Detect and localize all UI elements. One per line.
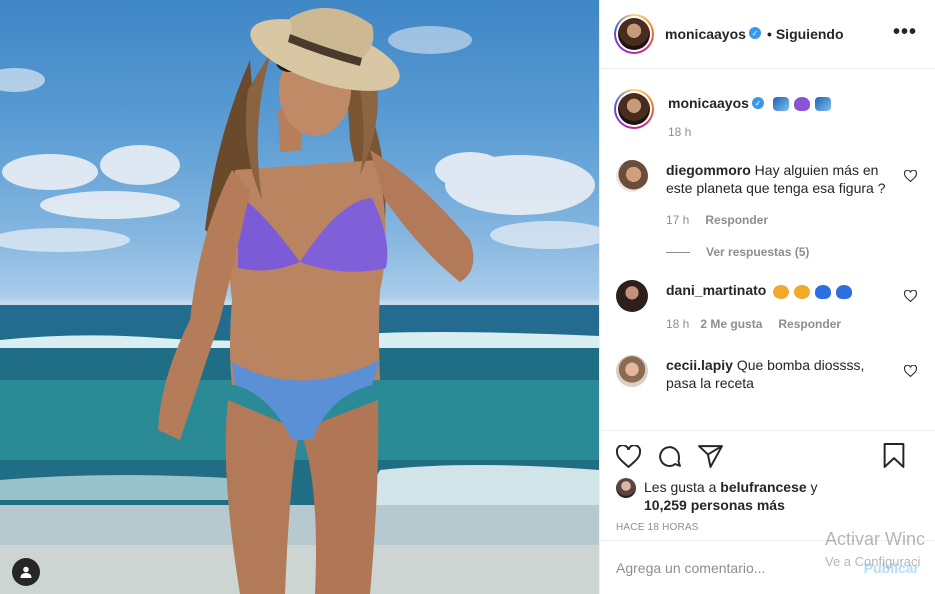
comment-item: dani_martinato 18 h 2 Me gusta Responder (614, 280, 919, 333)
bookmark-icon[interactable] (883, 443, 905, 471)
liker-username[interactable]: belufrancese (720, 479, 806, 495)
comment-username[interactable]: diegommoro (666, 162, 751, 178)
more-options-icon[interactable]: ••• (893, 22, 917, 42)
blue-heart-emoji-icon (815, 284, 832, 299)
caption-emojis (772, 95, 831, 112)
publish-button[interactable]: Publicar (864, 560, 919, 576)
blue-heart-emoji-icon (835, 284, 852, 299)
likes-conjunction: y (810, 479, 818, 495)
comment-icon[interactable] (657, 444, 682, 469)
comment-time: 17 h (666, 213, 690, 228)
user-silhouette-icon (20, 566, 32, 578)
likes-prefix: Les gusta a (644, 479, 717, 495)
purple-heart-emoji-icon (793, 97, 810, 112)
comment-avatar[interactable] (616, 160, 648, 193)
post-header: monicaayos ✓ • Siguiendo ••• (600, 0, 935, 69)
star-struck-emoji-icon (773, 284, 790, 299)
comment-item: diegommoro Hay alguien más en este plane… (614, 160, 919, 229)
replies-divider (666, 251, 690, 253)
liker-avatar[interactable] (616, 478, 636, 498)
view-replies-label: Ver respuestas (5) (706, 245, 810, 260)
paper-plane-icon[interactable] (698, 444, 723, 468)
verified-badge-icon: ✓ (751, 97, 764, 110)
likes-summary[interactable]: Les gusta a belufrancese y 10,259 person… (616, 478, 919, 514)
comment-username[interactable]: cecii.lapiy (666, 357, 733, 373)
following-button[interactable]: Siguiendo (776, 26, 844, 42)
beach-photo-illustration (0, 8, 599, 594)
comment-likes[interactable]: 2 Me gusta (700, 317, 762, 331)
comment-avatar[interactable] (616, 280, 648, 313)
star-struck-emoji-icon (794, 284, 811, 299)
wave-emoji-icon (814, 97, 831, 112)
post-side-panel: monicaayos ✓ • Siguiendo ••• monicaayos ✓ (599, 0, 935, 594)
caption: monicaayos ✓ 18 h (614, 89, 919, 139)
header-username[interactable]: monicaayos (665, 26, 746, 42)
like-comment-heart-icon[interactable] (904, 170, 917, 183)
caption-time: 18 h (668, 125, 692, 140)
header-separator: • (766, 26, 772, 42)
comment-username[interactable]: dani_martinato (666, 282, 766, 298)
comments-list[interactable]: monicaayos ✓ 18 h diegommoro Hay alguien … (600, 70, 935, 430)
view-replies-button[interactable]: Ver respuestas (5) (666, 245, 919, 259)
wave-emoji-icon (772, 97, 789, 112)
comment-avatar[interactable] (616, 355, 648, 388)
add-comment-bar: Publicar (600, 540, 935, 594)
header-avatar[interactable] (614, 14, 654, 54)
comment-emojis (772, 282, 852, 299)
post-timestamp[interactable]: Hace 18 horas (616, 522, 919, 533)
comment-item: cecii.lapiy Que bomba diossss, pasa la r… (614, 355, 919, 392)
post-actions: Les gusta a belufrancese y 10,259 person… (600, 430, 935, 533)
comment-time: 18 h (666, 317, 690, 332)
action-bar (616, 431, 919, 481)
verified-badge-icon: ✓ (748, 27, 761, 39)
comment-input[interactable] (616, 559, 864, 576)
caption-avatar[interactable] (614, 89, 654, 129)
caption-username[interactable]: monicaayos (668, 95, 749, 111)
user-tag-icon[interactable] (12, 558, 40, 586)
reply-button[interactable]: Responder (705, 213, 768, 227)
heart-icon[interactable] (616, 444, 641, 468)
like-comment-heart-icon[interactable] (904, 290, 917, 303)
post-photo[interactable] (0, 0, 599, 594)
like-comment-heart-icon[interactable] (904, 365, 917, 378)
reply-button[interactable]: Responder (778, 317, 841, 331)
likes-others[interactable]: 10,259 personas más (644, 497, 785, 513)
